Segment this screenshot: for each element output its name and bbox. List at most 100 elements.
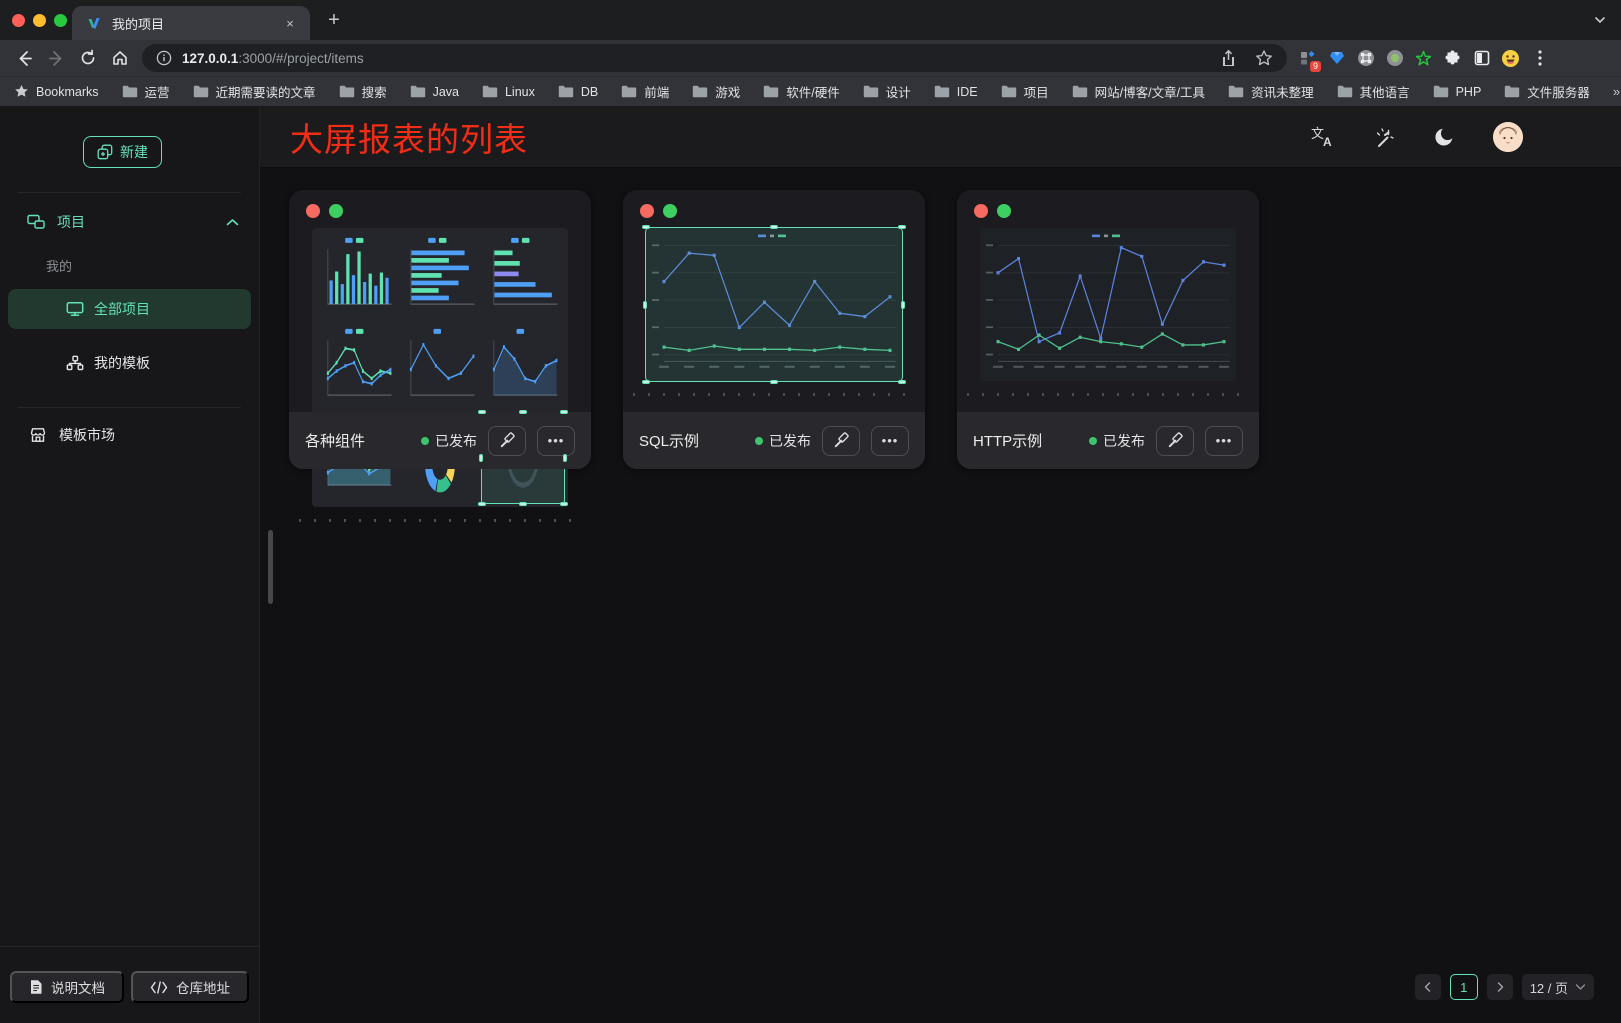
page-size-select[interactable]: 12 / 页 (1522, 974, 1594, 1000)
bookmark-folder[interactable]: 其他语言 (1337, 82, 1410, 101)
selection-handle[interactable] (770, 225, 778, 229)
site-info-icon[interactable] (156, 50, 172, 66)
selection-handle[interactable] (560, 502, 568, 506)
next-page-button[interactable] (1487, 974, 1513, 1000)
selection-handle[interactable] (563, 454, 567, 462)
card-dot-green (329, 204, 343, 218)
bookmark-folder[interactable]: 搜索 (339, 82, 387, 101)
selection-handle[interactable] (642, 380, 650, 384)
bookmarks-overflow-chevron[interactable]: » (1613, 84, 1620, 99)
main-content: 大屏报表的列表 文A 25.00% (260, 106, 1621, 1023)
bookmark-folder[interactable]: 网站/博客/文章/工具 (1072, 82, 1205, 101)
sidebar-item-all-projects[interactable]: 全部项目 (8, 289, 251, 329)
bookmark-folder[interactable]: 设计 (863, 82, 911, 101)
ext-contrast-icon[interactable] (1467, 44, 1496, 72)
project-card[interactable]: SQL示例 已发布 ••• (623, 190, 925, 469)
bookmark-folder[interactable]: 运营 (122, 82, 170, 101)
card-footer: HTTP示例 已发布 ••• (957, 412, 1259, 469)
ext-green-dot-icon[interactable] (1380, 44, 1409, 72)
bookmark-folder[interactable]: 游戏 (692, 82, 740, 101)
bookmark-folder-label: 资讯未整理 (1251, 82, 1314, 101)
repo-button[interactable]: 仓库地址 (131, 971, 249, 1003)
magic-wand-icon[interactable] (1373, 126, 1395, 148)
folder-icon (1504, 85, 1520, 98)
bookmark-star-icon[interactable] (1255, 49, 1273, 67)
folder-icon (763, 85, 779, 98)
chevron-down-icon (1575, 983, 1586, 991)
page-header: 大屏报表的列表 文A (260, 106, 1621, 168)
current-page[interactable]: 1 (1450, 974, 1478, 1000)
selection-handle[interactable] (901, 301, 905, 309)
new-project-button[interactable]: 新建 (83, 136, 162, 168)
bookmark-folder-label: 软件/硬件 (786, 82, 839, 101)
reload-button[interactable] (72, 43, 104, 73)
prev-page-button[interactable] (1415, 974, 1441, 1000)
project-card[interactable]: 25.00% 各种组件 已发布 ••• (289, 190, 591, 469)
bookmark-folder[interactable]: Linux (482, 85, 535, 99)
bookmark-folder[interactable]: DB (558, 85, 598, 99)
edit-project-button[interactable] (822, 426, 860, 456)
svg-text:A: A (1323, 135, 1332, 148)
ext-puzzle-icon[interactable] (1438, 44, 1467, 72)
scrollbar-thumb[interactable] (268, 530, 273, 604)
browser-menu-button[interactable] (1525, 44, 1554, 72)
url-bar[interactable]: 127.0.0.1:3000/#/project/items (142, 44, 1287, 72)
selection-handle[interactable] (519, 502, 527, 506)
sidebar-item-template-market[interactable]: 模板市场 (0, 408, 259, 445)
folder-icon (1228, 85, 1244, 98)
ext-emoji-icon[interactable] (1496, 44, 1525, 72)
selection-handle[interactable] (478, 410, 486, 414)
more-options-button[interactable]: ••• (1205, 426, 1243, 456)
docs-button[interactable]: 说明文档 (10, 971, 124, 1003)
selection-handle[interactable] (478, 502, 486, 506)
browser-tab[interactable]: 我的项目 × (72, 6, 310, 40)
chevron-up-icon[interactable] (226, 218, 239, 227)
ext-blocks-badge-icon[interactable]: 9 (1293, 44, 1322, 72)
back-button[interactable] (8, 43, 40, 73)
selection-handle[interactable] (479, 454, 483, 462)
bookmark-folder[interactable]: 近期需要读的文章 (193, 82, 316, 101)
repo-label: 仓库地址 (176, 977, 230, 997)
forward-button[interactable] (40, 43, 72, 73)
selection-handle[interactable] (898, 225, 906, 229)
sidebar-section-projects[interactable]: 项目 (0, 193, 259, 232)
selection-handle[interactable] (898, 380, 906, 384)
bookmark-folder[interactable]: Java (410, 85, 459, 99)
selection-handle[interactable] (643, 301, 647, 309)
tab-search-chevron-icon[interactable] (1593, 13, 1607, 27)
mini-chart-line (316, 323, 398, 413)
more-options-button[interactable]: ••• (537, 426, 575, 456)
edit-project-button[interactable] (488, 426, 526, 456)
bookmark-folder[interactable]: 软件/硬件 (763, 82, 839, 101)
selection-handle[interactable] (560, 410, 568, 414)
project-card[interactable]: HTTP示例 已发布 ••• (957, 190, 1259, 469)
avatar[interactable] (1493, 122, 1523, 152)
selection-handle[interactable] (519, 410, 527, 414)
sidebar-item-my-templates[interactable]: 我的模板 (8, 343, 251, 383)
bookmark-folder[interactable]: IDE (934, 85, 978, 99)
translate-icon[interactable]: 文A (1311, 126, 1335, 148)
traffic-light-minimize[interactable] (33, 14, 46, 27)
bookmark-folder[interactable]: 资讯未整理 (1228, 82, 1314, 101)
selection-handle[interactable] (770, 380, 778, 384)
edit-project-button[interactable] (1156, 426, 1194, 456)
bookmarks-manager[interactable]: Bookmarks (14, 84, 99, 99)
ext-blue-gem-icon[interactable] (1322, 44, 1351, 72)
new-tab-button[interactable]: + (322, 8, 346, 32)
home-button[interactable] (104, 43, 136, 73)
tab-close-icon[interactable]: × (282, 16, 298, 31)
traffic-light-zoom[interactable] (54, 14, 67, 27)
more-options-button[interactable]: ••• (871, 426, 909, 456)
bookmark-folder[interactable]: 文件服务器 (1504, 82, 1590, 101)
ext-green-star-icon[interactable] (1409, 44, 1438, 72)
bookmark-folder[interactable]: PHP (1433, 85, 1482, 99)
bookmark-folder[interactable]: 前端 (621, 82, 669, 101)
bookmark-folder-label: 其他语言 (1360, 82, 1410, 101)
ext-command-circle-icon[interactable] (1351, 44, 1380, 72)
selection-handle[interactable] (642, 225, 650, 229)
traffic-light-close[interactable] (12, 14, 25, 27)
sidebar-item-label: 全部项目 (94, 299, 150, 319)
moon-icon[interactable] (1433, 126, 1455, 148)
share-icon[interactable] (1220, 49, 1237, 68)
bookmark-folder[interactable]: 项目 (1001, 82, 1049, 101)
